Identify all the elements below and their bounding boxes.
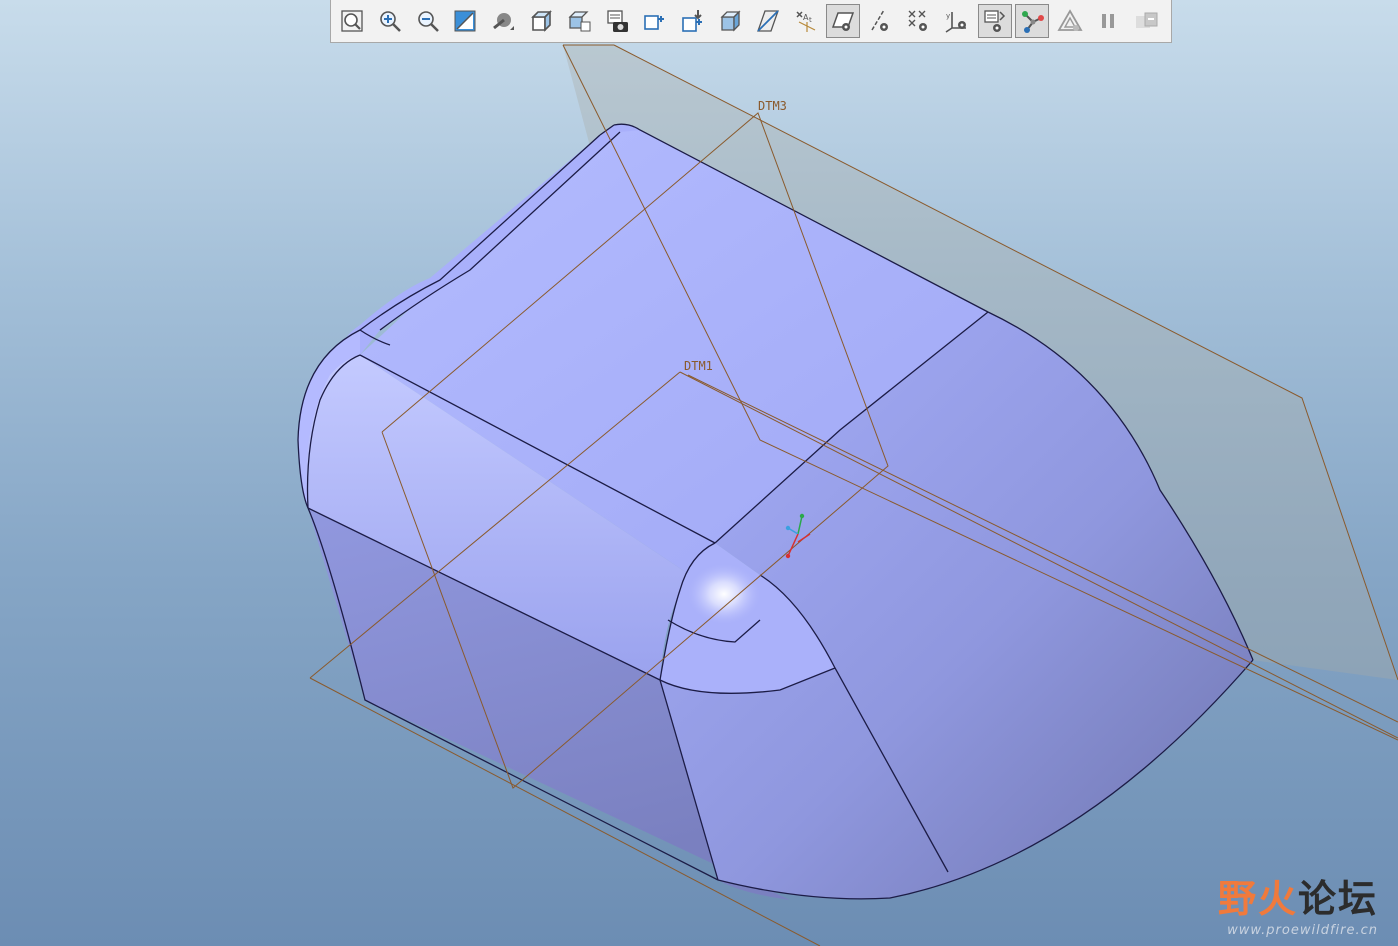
csys-icon: y	[945, 12, 966, 33]
pause-button[interactable]	[1091, 4, 1125, 38]
display-style-button[interactable]	[486, 4, 520, 38]
annotation-display-button[interactable]: At	[789, 4, 823, 38]
repaint-icon	[454, 10, 476, 32]
view-cube-icon	[531, 10, 552, 32]
zoom-fit-icon	[341, 10, 363, 32]
axis-display-button[interactable]	[864, 4, 898, 38]
tangent-edges-button[interactable]	[1015, 4, 1050, 38]
render-camera-icon	[606, 10, 628, 32]
next-button[interactable]	[1129, 4, 1163, 38]
render-button[interactable]	[600, 4, 634, 38]
annotation-icon: At	[796, 11, 815, 32]
datum-point-icon	[908, 10, 927, 31]
pause-icon	[1101, 14, 1114, 28]
watermark-url: www.proewildfire.cn	[1227, 923, 1378, 938]
orient-icon	[682, 10, 703, 32]
perspective-icon	[720, 10, 741, 32]
saved-views-button[interactable]	[524, 4, 558, 38]
repaint-button[interactable]	[448, 4, 482, 38]
triangle-mesh-icon	[1057, 9, 1083, 31]
refit-button[interactable]	[335, 4, 369, 38]
spin-center-button[interactable]	[637, 4, 671, 38]
spin-center-display-button[interactable]	[977, 4, 1012, 38]
shade-toggle-button[interactable]	[1053, 4, 1087, 38]
zoom-in-icon	[379, 11, 401, 32]
spin-center-display-icon	[983, 10, 1005, 32]
view-manager-icon	[568, 11, 591, 32]
csys-display-button[interactable]: y	[940, 4, 974, 38]
svg-text:y: y	[946, 12, 950, 20]
specular-highlight	[688, 564, 760, 624]
spin-center-icon	[644, 15, 665, 30]
datum-axis-icon	[871, 9, 889, 31]
watermark-title: 野火论坛	[1217, 877, 1378, 921]
datum-label-dtm3[interactable]: DTM3	[758, 99, 787, 113]
section-icon	[756, 10, 779, 32]
orient-mode-button[interactable]	[675, 4, 709, 38]
view-manager-button[interactable]	[562, 4, 596, 38]
perspective-button[interactable]	[713, 4, 747, 38]
zoom-out-button[interactable]	[411, 4, 445, 38]
section-button[interactable]	[751, 4, 785, 38]
plane-display-button[interactable]	[826, 4, 861, 38]
forum-watermark: 野火论坛 www.proewildfire.cn	[1218, 868, 1378, 938]
part-model[interactable]	[297, 123, 1254, 900]
svg-text:t: t	[809, 16, 812, 24]
point-display-button[interactable]	[902, 4, 936, 38]
zoom-in-button[interactable]	[373, 4, 407, 38]
graphics-window[interactable]: DTM3 DTM1 At y 野火论坛 www.proewildfire.cn	[0, 0, 1398, 946]
view-toolbar: At y	[330, 0, 1172, 43]
next-icon	[1135, 12, 1158, 28]
shading-icon	[493, 13, 515, 30]
zoom-out-icon	[417, 11, 439, 32]
datum-plane-icon	[832, 12, 855, 31]
curve-network-icon	[1022, 11, 1045, 33]
datum-label-dtm1[interactable]: DTM1	[684, 359, 713, 373]
model-scene[interactable]: DTM3 DTM1	[0, 0, 1398, 946]
